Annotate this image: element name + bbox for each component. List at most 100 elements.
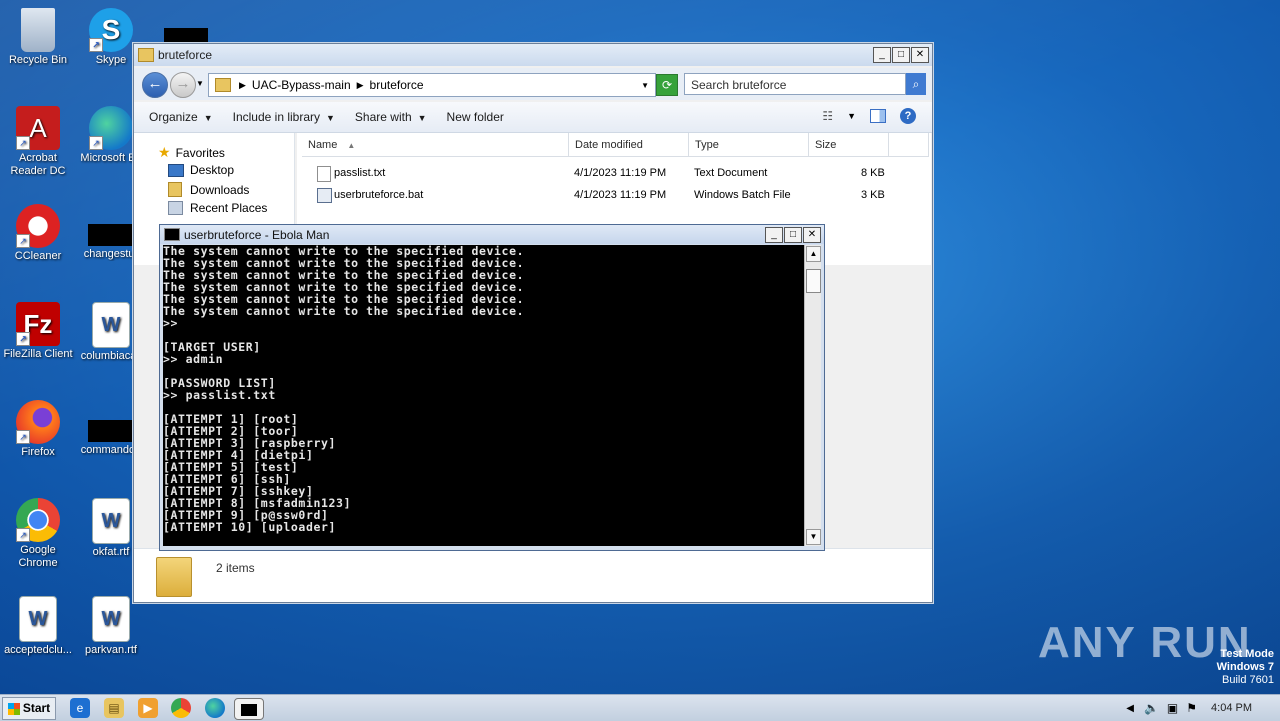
column-size[interactable]: Size [809,133,889,157]
console-window-controls: _ □ ✕ [764,227,821,243]
file-name: passlist.txt [334,167,386,179]
refresh-icon[interactable]: ⟳ [656,74,678,96]
console-icon [241,703,257,716]
column-name[interactable]: Name ▲ [302,133,569,157]
nav-recent-places[interactable]: Recent Places [168,201,267,215]
network-icon[interactable]: ▣ [1167,701,1178,715]
acrobat-icon: A ↗ [16,106,60,150]
share-with-button[interactable]: Share with ▼ [355,110,427,124]
close-button[interactable]: ✕ [911,47,929,63]
forward-button[interactable]: → [170,72,196,98]
file-row[interactable]: passlist.txt 4/1/2023 11:19 PM Text Docu… [297,163,897,183]
scroll-thumb[interactable] [806,269,821,293]
action-center-flag-icon[interactable]: ⚑ [1186,701,1197,715]
desktop-icon-parkvan[interactable]: W parkvan.rtf [73,596,149,657]
minimize-button[interactable]: _ [765,227,783,243]
scroll-down-icon[interactable]: ▼ [806,529,821,545]
search-icon[interactable]: ⌕ [906,73,926,95]
sort-up-icon: ▲ [347,141,356,150]
preview-pane-icon[interactable] [870,109,886,123]
console-line: >> admin [163,352,224,366]
chevron-down-icon: ▼ [326,113,335,123]
console-titlebar[interactable]: userbruteforce - Ebola Man _ □ ✕ [160,225,824,244]
breadcrumb-item[interactable]: UAC-Bypass-main [252,78,351,92]
watermark-line: Test Mode [1220,648,1274,660]
explorer-title: bruteforce [158,48,213,62]
chrome-taskbar-icon[interactable] [171,698,191,718]
breadcrumb-item[interactable]: bruteforce [370,78,424,92]
view-options-dropdown[interactable]: ▼ [847,111,856,121]
volume-icon[interactable]: 🔈 [1144,701,1159,715]
media-player-icon[interactable]: ▶ [138,698,158,718]
new-folder-button[interactable]: New folder [447,110,504,124]
filezilla-icon: Fz ↗ [16,302,60,346]
redacted-file-icon [88,420,134,442]
share-label: Share with [354,110,412,124]
desktop-icon-filezilla[interactable]: Fz ↗ FileZilla Client [0,302,76,361]
edge-taskbar-icon[interactable] [205,698,225,718]
recycle-bin-icon [21,8,55,52]
scroll-up-icon[interactable]: ▲ [806,246,821,262]
organize-label: Organize [149,110,198,124]
column-extra[interactable] [889,133,929,157]
desktop-icon-recycle-bin[interactable]: Recycle Bin [0,8,76,67]
column-type[interactable]: Type [689,133,809,157]
nav-desktop[interactable]: Desktop [168,163,234,177]
desktop-icon-chrome[interactable]: ↗ Google Chrome [0,498,76,570]
downloads-icon [168,182,182,197]
internet-explorer-icon[interactable]: e [70,698,90,718]
console-taskbar-button[interactable] [234,698,264,720]
help-icon[interactable]: ? [900,108,916,124]
chrome-icon: ↗ [16,498,60,542]
system-tray: ◀ 🔈 ▣ ⚑ 4:04 PM [1126,695,1280,721]
chevron-down-icon: ▼ [203,113,213,123]
nav-favorites[interactable]: ★ Favorites [158,144,225,161]
file-size: 3 KB [861,189,885,201]
nav-favorites-label: Favorites [175,145,225,160]
file-name: userbruteforce.bat [334,189,424,201]
console-icon [164,228,180,241]
desktop-icon-ccleaner[interactable]: ↗ CCleaner [0,204,76,263]
search-input[interactable]: Search bruteforce [684,73,906,95]
clock[interactable]: 4:04 PM [1211,702,1252,714]
desktop-icon-firefox[interactable]: ↗ Firefox [0,400,76,459]
maximize-button[interactable]: □ [784,227,802,243]
start-button[interactable]: Start [2,697,56,720]
nav-downloads[interactable]: Downloads [168,182,249,197]
change-view-icon[interactable]: ☷ [822,109,833,123]
recent-pages-dropdown[interactable]: ▼ [196,79,204,88]
back-button[interactable]: ← [142,72,168,98]
desktop-icon-acrobat[interactable]: A ↗ Acrobat Reader DC [0,106,76,178]
nav-downloads-label: Downloads [190,182,250,197]
organize-button[interactable]: Organize ▼ [149,110,213,124]
minimize-button[interactable]: _ [873,47,891,63]
console-line: >> [163,316,179,330]
explorer-taskbar-icon[interactable]: ▤ [104,698,124,718]
breadcrumb-separator[interactable]: ▶ [239,80,246,91]
console-output[interactable]: The system cannot write to the specified… [163,245,804,546]
file-row[interactable]: userbruteforce.bat 4/1/2023 11:19 PM Win… [297,185,897,205]
item-count: 2 items [216,561,255,575]
word-document-icon: W [92,596,130,642]
close-button[interactable]: ✕ [803,227,821,243]
watermark-line: Build 7601 [1222,674,1274,686]
console-scrollbar[interactable]: ▲ ▼ [804,245,821,546]
skype-icon: S ↗ [89,8,133,52]
include-in-library-button[interactable]: Include in library ▼ [233,110,335,124]
redacted-file-icon [88,224,134,246]
desktop-icon-acceptedclu[interactable]: W acceptedclu... [0,596,76,657]
maximize-button[interactable]: □ [892,47,910,63]
tray-expand-icon[interactable]: ◀ [1126,703,1134,714]
address-dropdown[interactable]: ▼ [641,81,649,90]
address-field[interactable]: ▶ UAC-Bypass-main ▶ bruteforce ▼ [208,73,656,97]
redaction-box [164,28,208,42]
explorer-titlebar[interactable]: bruteforce [134,44,932,66]
column-date[interactable]: Date modified [569,133,689,157]
taskbar: Start e ▤ ▶ ◀ 🔈 ▣ ⚑ 4:04 PM [0,694,1280,721]
windows-logo-icon [7,702,20,715]
details-pane: 2 items [134,548,932,602]
include-label: Include in library [232,110,320,124]
console-window[interactable]: userbruteforce - Ebola Man _ □ ✕ The sys… [159,224,825,551]
breadcrumb-separator[interactable]: ▶ [357,80,364,91]
console-line: >> passlist.txt [163,388,276,402]
